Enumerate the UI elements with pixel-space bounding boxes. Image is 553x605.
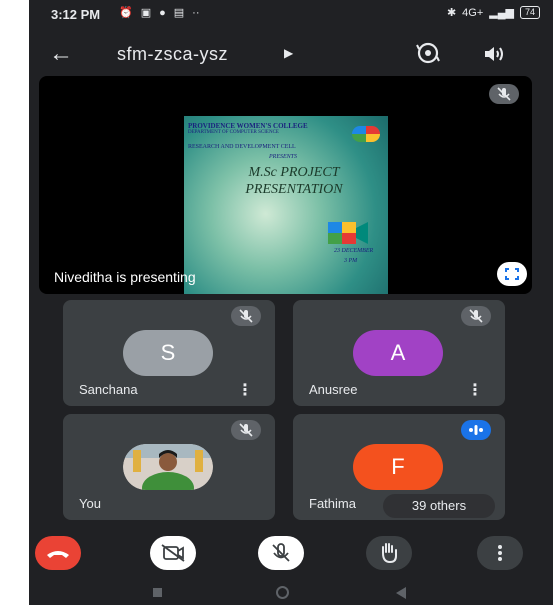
avatar: S: [123, 330, 213, 376]
presentation-muted-badge: [489, 84, 519, 104]
chat-icon: ●: [159, 6, 166, 19]
notification-icons: ⏰ ▣ ● ▤ ··: [119, 6, 200, 20]
meeting-header: ← sfm-zsca-ysz ▶: [29, 36, 553, 72]
raise-hand-button[interactable]: [366, 536, 412, 570]
back-arrow-icon[interactable]: ←: [49, 40, 73, 68]
muted-badge: [231, 306, 261, 326]
fullscreen-button[interactable]: [497, 262, 527, 286]
more-options-icon[interactable]: ⋮: [467, 380, 483, 400]
hand-icon: [382, 543, 397, 564]
participant-tile-sanchana[interactable]: S Sanchana ⋮: [63, 300, 275, 406]
presenter-label: Niveditha is presenting: [54, 269, 196, 285]
battery-icon: 74: [519, 6, 540, 19]
muted-badge: [231, 420, 261, 440]
slide-department: DEPARTMENT OF COMPUTER SCIENCE: [188, 130, 279, 135]
camera-off-icon: [161, 544, 185, 562]
participant-tile-you[interactable]: You: [63, 414, 275, 520]
camera-toggle-button[interactable]: [150, 536, 196, 570]
avatar: A: [353, 330, 443, 376]
presentation-tile[interactable]: PROVIDENCE WOMEN'S COLLEGE DEPARTMENT OF…: [39, 76, 532, 294]
hang-up-icon: [47, 551, 69, 558]
others-badge[interactable]: 39 others: [383, 494, 495, 518]
signal-icon: ▂▄▆: [489, 7, 514, 19]
participant-tile-anusree[interactable]: A Anusree ⋮: [293, 300, 505, 406]
more-vert-icon: [498, 545, 502, 561]
participant-name: Anusree: [309, 382, 358, 397]
google-meet-logo-icon: [328, 222, 368, 244]
system-icons: ✱ 4G+ ▂▄▆ 74: [447, 6, 540, 19]
status-bar: 3:12 PM ⏰ ▣ ● ▤ ·· ✱ 4G+ ▂▄▆ 74: [29, 0, 553, 28]
mic-off-icon: [272, 543, 290, 562]
back-icon[interactable]: [396, 587, 406, 599]
muted-badge: [461, 306, 491, 326]
more-options-icon[interactable]: ⋮: [237, 380, 253, 400]
home-icon[interactable]: [276, 586, 289, 599]
avatar: F: [353, 444, 443, 490]
status-time: 3:12 PM: [51, 7, 101, 22]
participant-name: You: [79, 496, 101, 511]
switch-camera-icon[interactable]: [415, 40, 441, 66]
mic-off-icon: [497, 87, 511, 101]
participant-name: Fathima: [309, 496, 356, 511]
meeting-code[interactable]: sfm-zsca-ysz: [117, 44, 228, 65]
speaker-icon[interactable]: [482, 42, 506, 66]
mic-off-icon: [239, 423, 253, 437]
profile-photo-avatar: [123, 444, 213, 490]
mic-toggle-button[interactable]: [258, 536, 304, 570]
slide-time: 3 PM: [344, 258, 358, 264]
fullscreen-icon: [505, 268, 519, 280]
speaking-indicator: [461, 420, 491, 440]
system-navigation-bar: [29, 580, 553, 605]
message-icon: ▤: [173, 7, 185, 19]
participant-name: Sanchana: [79, 382, 138, 397]
notification-icon: ▣: [140, 7, 152, 19]
slide-cell: RESEARCH AND DEVELOPMENT CELL: [188, 144, 296, 150]
recents-icon[interactable]: [153, 588, 162, 597]
participant-tile-fathima[interactable]: F Fathima 39 others: [293, 414, 505, 520]
mic-off-icon: [239, 309, 253, 323]
end-call-button[interactable]: [35, 536, 81, 570]
slide-heading: M.Sc PROJECT PRESENTATION: [245, 165, 343, 197]
shared-slide: PROVIDENCE WOMEN'S COLLEGE DEPARTMENT OF…: [184, 116, 388, 294]
bluetooth-icon: ✱: [446, 7, 457, 19]
slide-presents: PRESENTS: [269, 154, 297, 160]
meeting-info-caret-icon[interactable]: ▶: [284, 46, 293, 60]
more-options-button[interactable]: [477, 536, 523, 570]
slide-date: 23 DECEMBER: [334, 248, 374, 254]
network-label: 4G+: [462, 6, 484, 19]
alarm-icon: ⏰: [119, 7, 133, 19]
slide-college: PROVIDENCE WOMEN'S COLLEGE: [188, 122, 308, 130]
phone-screen: 3:12 PM ⏰ ▣ ● ▤ ·· ✱ 4G+ ▂▄▆ 74 ← sfm-zs…: [29, 0, 553, 605]
more-notifications-icon: ··: [192, 6, 200, 19]
call-controls: [29, 536, 553, 576]
audio-levels-icon: [469, 425, 483, 435]
mic-off-icon: [469, 309, 483, 323]
college-logo-icon: [352, 126, 380, 142]
